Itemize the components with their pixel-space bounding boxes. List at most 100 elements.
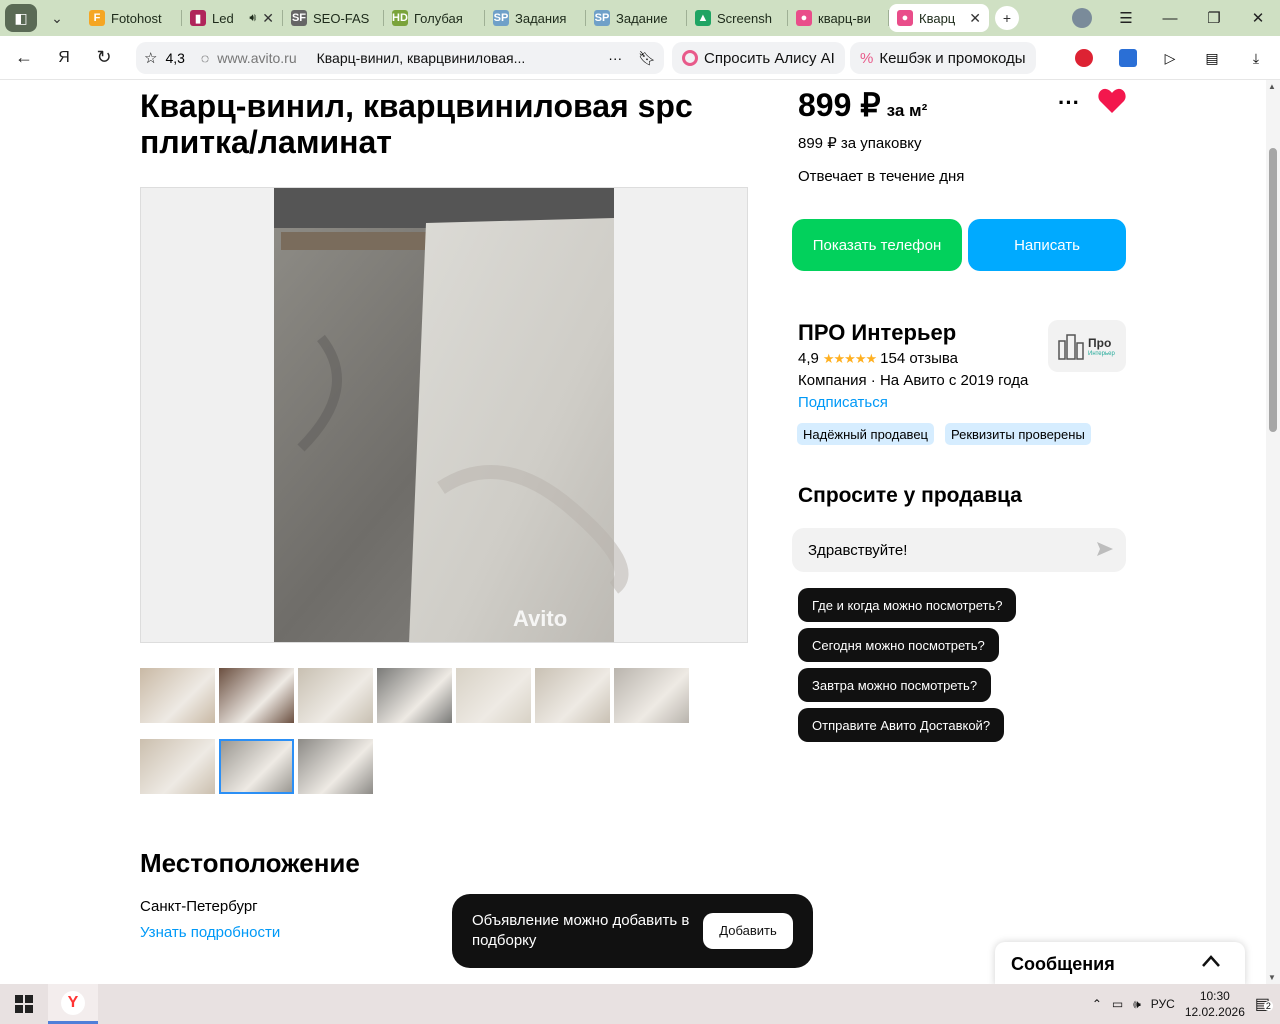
browser-tab[interactable]: F Fotohost — [81, 4, 181, 32]
more-icon[interactable]: ··· — [608, 50, 622, 66]
seller-reviews[interactable]: 154 отзыва — [880, 350, 958, 367]
extension-red-icon[interactable] — [1070, 44, 1098, 72]
write-button[interactable]: Написать — [968, 219, 1126, 271]
close-tab-icon[interactable]: ✕ — [262, 10, 274, 27]
tab-title: Fotohost — [111, 10, 162, 26]
photo-thumbnail[interactable] — [298, 739, 373, 794]
media-play-icon[interactable]: ▷ — [1156, 44, 1184, 72]
main-photo[interactable]: Avito — [140, 187, 748, 643]
seller-logo-text: Про — [1088, 336, 1112, 350]
alice-icon — [682, 50, 698, 66]
tab-title: Led — [212, 10, 234, 26]
address-domain: www.avito.ru — [217, 50, 297, 66]
more-options-icon[interactable]: ··· — [1058, 90, 1080, 116]
reader-mode-icon[interactable]: ▤ — [1198, 44, 1226, 72]
page-content: Кварц-винил, кварцвиниловая spc плитка/л… — [0, 80, 1266, 984]
browser-tab[interactable]: ● кварц-ви — [788, 4, 888, 32]
location-city: Санкт-Петербург — [140, 898, 258, 915]
clock-date: 12.02.2026 — [1184, 1005, 1245, 1019]
photo-thumbnail[interactable] — [614, 668, 689, 723]
quick-question-button[interactable]: Отправите Авито Доставкой? — [798, 708, 1005, 742]
ask-alice-button[interactable]: Спросить Алису AI — [672, 42, 845, 74]
minimize-button[interactable]: — — [1148, 0, 1192, 36]
photo-thumbnail[interactable] — [456, 668, 531, 723]
browser-tab[interactable]: SP Задания — [485, 4, 585, 32]
photo-thumbnail[interactable] — [535, 668, 610, 723]
photo-thumbnail[interactable] — [140, 739, 215, 794]
ask-seller-input[interactable]: Здравствуйте! — [792, 528, 1126, 572]
site-security-icon: ◌ — [200, 50, 210, 66]
browser-tab[interactable]: ▲ Screensh — [687, 4, 787, 32]
cashback-button[interactable]: % Кешбэк и промокоды — [850, 42, 1036, 74]
scrollbar-thumb[interactable] — [1269, 148, 1277, 432]
sp-icon: SP — [493, 10, 509, 26]
language-indicator[interactable]: РУС — [1151, 997, 1175, 1011]
windows-start-icon[interactable] — [0, 984, 48, 1024]
seller-name[interactable]: ПРО Интерьер — [798, 320, 956, 346]
page-scrollbar[interactable]: ▲ ▼ — [1266, 80, 1280, 984]
browser-settings-icon[interactable]: ☰ — [1104, 0, 1148, 36]
photo-thumbnail[interactable] — [140, 668, 215, 723]
favorite-heart-icon[interactable] — [1098, 88, 1126, 119]
subscribe-link[interactable]: Подписаться — [798, 394, 888, 411]
tabs-dropdown-icon[interactable]: ⌄ — [41, 4, 73, 32]
quick-question-button[interactable]: Где и когда можно посмотреть? — [798, 588, 1017, 622]
yandex-browser-taskbar-icon[interactable]: Y — [48, 984, 98, 1024]
scroll-up-arrow-icon[interactable]: ▲ — [1268, 82, 1276, 91]
ask-seller-input-value: Здравствуйте! — [808, 541, 908, 559]
badge-verified-details: Реквизиты проверены — [945, 423, 1091, 445]
chevron-up-icon[interactable] — [1201, 952, 1221, 973]
downloads-icon[interactable]: ⤓ — [1242, 44, 1270, 72]
tab-audio-icon[interactable]: 🔊︎ — [249, 12, 256, 25]
address-bar[interactable]: ☆ 4,3 ◌ www.avito.ru Кварц-винил, кварцв… — [136, 42, 664, 74]
tab-title: SEO-FAS — [313, 10, 370, 26]
browser-tab[interactable]: HD Голубая — [384, 4, 484, 32]
scroll-down-arrow-icon[interactable]: ▼ — [1268, 973, 1276, 982]
volume-icon[interactable]: 🕪︎ — [1133, 997, 1141, 1012]
photo-thumbnail[interactable] — [298, 668, 373, 723]
close-tab-icon[interactable]: ✕ — [969, 10, 981, 27]
yandex-logo-icon[interactable]: Я — [44, 38, 84, 78]
browser-menu-icon[interactable]: ◧ — [5, 4, 37, 32]
price: 899 ₽ за м² — [798, 86, 927, 124]
seller-logo[interactable]: Про Интерьер — [1048, 320, 1126, 372]
browser-tab[interactable]: ▮ Led 🔊︎ ✕ — [182, 4, 282, 32]
messages-panel[interactable]: Сообщения — [995, 942, 1245, 984]
seller-rating: 4,9 ★★★★★ 154 отзыва — [798, 350, 958, 367]
notifications-count: 2 — [1263, 1001, 1273, 1011]
quick-question-button[interactable]: Сегодня можно посмотреть? — [798, 628, 999, 662]
browser-tab[interactable]: SP Задание — [586, 4, 686, 32]
restore-button[interactable]: ❐ — [1192, 0, 1236, 36]
tab-title: Кварц — [919, 10, 956, 26]
back-icon[interactable]: ← — [4, 38, 44, 78]
address-toolbar: ← Я ↻ ☆ 4,3 ◌ www.avito.ru Кварц-винил, … — [0, 36, 1280, 80]
bookmark-icon[interactable]: 🔖︎ — [638, 50, 656, 67]
extension-blue-icon[interactable] — [1114, 44, 1142, 72]
location-details-link[interactable]: Узнать подробности — [140, 924, 280, 941]
price-value: 899 ₽ — [798, 87, 881, 123]
notifications-icon[interactable]: ▤ 2 — [1255, 994, 1273, 1014]
photo-thumbnail[interactable] — [219, 739, 294, 794]
profile-avatar[interactable] — [1060, 0, 1104, 36]
toast-add-button[interactable]: Добавить — [703, 913, 793, 949]
sf-icon: SF — [291, 10, 307, 26]
tray-chevron-icon[interactable]: ⌃ — [1092, 997, 1102, 1011]
sp-icon: SP — [594, 10, 610, 26]
send-icon[interactable] — [1096, 540, 1114, 562]
quick-question-button[interactable]: Завтра можно посмотреть? — [798, 668, 992, 702]
reload-icon[interactable]: ↻ — [84, 38, 124, 78]
photo-thumbnail[interactable] — [219, 668, 294, 723]
show-phone-button[interactable]: Показать телефон — [792, 219, 962, 271]
avito-watermark: Avito — [513, 606, 568, 631]
clock[interactable]: 10:30 12.02.2026 — [1185, 988, 1245, 1020]
photo-thumbnail[interactable] — [377, 668, 452, 723]
browser-tab[interactable]: SF SEO-FAS — [283, 4, 383, 32]
browser-tab-bar: ◧ ⌄ F Fotohost ▮ Led 🔊︎ ✕ SF SEO-FAS HD Голубая SP… — [0, 0, 1280, 36]
browser-tab[interactable]: ● Кварц ✕ — [889, 4, 989, 32]
new-tab-button[interactable]: + — [995, 6, 1019, 30]
seller-logo-subtext: Интерьер — [1088, 351, 1115, 357]
badge-reliable-seller: Надёжный продавец — [797, 423, 934, 445]
close-window-button[interactable]: ✕ — [1236, 0, 1280, 36]
network-icon[interactable]: ▭ — [1112, 997, 1123, 1011]
music-icon: ▮ — [190, 10, 206, 26]
